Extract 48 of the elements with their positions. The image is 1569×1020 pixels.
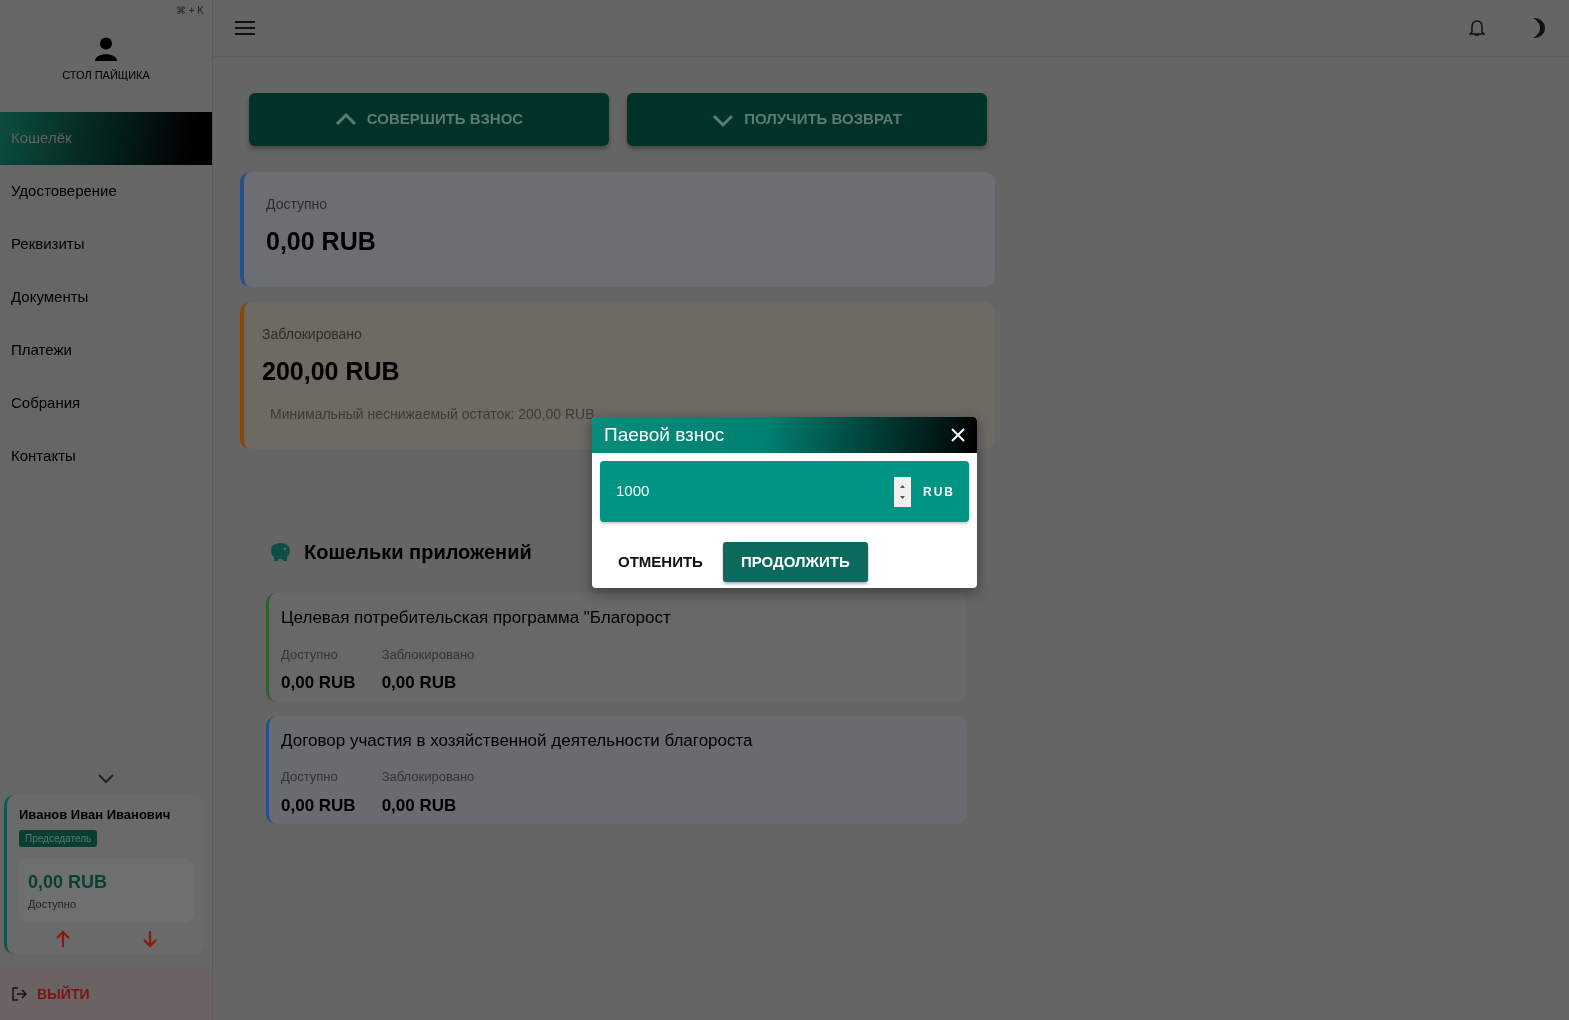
piggy-bank-icon (268, 541, 292, 563)
wallet-title: Целевая потребительская программа "Благорост (281, 607, 672, 629)
close-button[interactable] (951, 428, 965, 442)
balance-label: Доступно (28, 896, 77, 912)
role-badge: Председатель (19, 829, 98, 847)
nav-item[interactable]: Документы (0, 271, 212, 324)
logout-icon (12, 987, 27, 1001)
wallet-title: Договор участия в хозяйственной деятельности благороста (281, 729, 754, 752)
shortcut-hint: ⌘ + K (175, 4, 204, 18)
action-button[interactable]: ПОЛУЧИТЬ ВОЗВРАТ (627, 93, 987, 146)
amount-input[interactable]: 1000 (614, 479, 882, 504)
currency-label: RUB (923, 483, 955, 501)
nav-item[interactable]: Кошелёк (0, 112, 212, 165)
moon-icon[interactable] (1531, 17, 1545, 39)
menu-icon[interactable] (235, 20, 255, 36)
balance-label: Заблокировано (262, 324, 363, 344)
balance-amount: 200,00 RUB (262, 355, 401, 387)
amount-label: Доступно (281, 768, 339, 786)
balance-amount: 0,00 RUB (266, 226, 377, 257)
nav-item[interactable]: Удостоверение (0, 165, 212, 218)
nav-item[interactable]: Собрания (0, 377, 212, 430)
close-icon (951, 428, 965, 442)
action-button[interactable]: СОВЕРШИТЬ ВЗНОС (249, 93, 609, 146)
amount-value: 0,00 RUB (281, 672, 356, 694)
balance-amount: 0,00 RUB (28, 870, 109, 894)
user-icon (95, 36, 117, 61)
amount-label: Заблокировано (381, 768, 475, 786)
amount-value: 0,00 RUB (381, 672, 458, 694)
cancel-button[interactable]: ОТМЕНИТЬ (608, 542, 713, 582)
chevron-down-icon[interactable] (97, 773, 115, 785)
nav-item[interactable]: Контакты (0, 430, 212, 483)
bell-icon[interactable] (1469, 19, 1485, 37)
amount-field[interactable]: 1000 RUB (600, 461, 969, 522)
spinner-icon[interactable] (894, 476, 911, 507)
dialog-title: Паевой взнос (604, 422, 725, 447)
user-name: Иванов Иван Иванович (19, 806, 172, 824)
section-title: Кошельки приложений (304, 540, 532, 565)
nav-item[interactable]: Реквизиты (0, 218, 212, 271)
amount-value: 0,00 RUB (381, 794, 458, 817)
continue-button[interactable]: ПРОДОЛЖИТЬ (722, 542, 868, 582)
logout-button[interactable]: ВЫЙТИ (0, 968, 212, 1020)
balance-label: Доступно (266, 195, 329, 214)
arrow-down-icon[interactable] (142, 930, 159, 948)
amount-value: 0,00 RUB (281, 794, 356, 817)
chevron-up-icon (334, 111, 357, 128)
sidebar-title: СТОЛ ПАЙЩИКА (62, 67, 150, 83)
nav-item[interactable]: Платежи (0, 324, 212, 377)
arrow-up-icon[interactable] (54, 930, 71, 948)
